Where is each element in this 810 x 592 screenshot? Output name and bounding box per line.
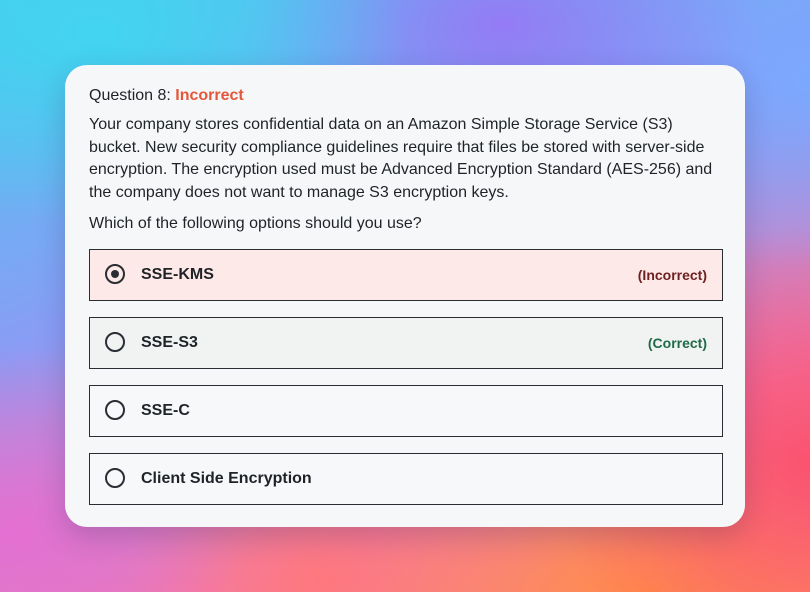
option-label: SSE-KMS [141, 266, 214, 283]
option-sse-c[interactable]: SSE-C [89, 385, 723, 437]
question-prompt: Which of the following options should yo… [89, 215, 422, 232]
question-text: Your company stores confidential data on… [89, 116, 713, 201]
question-number: Question 8: [89, 87, 171, 104]
radio-icon[interactable] [105, 468, 125, 488]
answer-options: SSE-KMS (Incorrect) SSE-S3 (Correct) SSE… [89, 249, 723, 505]
option-sse-s3[interactable]: SSE-S3 (Correct) [89, 317, 723, 369]
question-card: Question 8: Incorrect Your company store… [65, 65, 745, 527]
incorrect-tag: (Incorrect) [637, 267, 707, 283]
question-header: Question 8: Incorrect [89, 85, 722, 107]
option-label: SSE-S3 [141, 334, 198, 351]
correct-tag: (Correct) [647, 335, 707, 351]
option-client-side-encryption[interactable]: Client Side Encryption [89, 453, 723, 505]
radio-icon[interactable] [105, 400, 125, 420]
option-sse-kms[interactable]: SSE-KMS (Incorrect) [89, 249, 723, 301]
radio-icon[interactable] [105, 332, 125, 352]
option-label: Client Side Encryption [141, 470, 312, 487]
option-label: SSE-C [141, 402, 190, 419]
radio-selected-icon[interactable] [105, 264, 125, 284]
result-status: Incorrect [175, 87, 244, 104]
